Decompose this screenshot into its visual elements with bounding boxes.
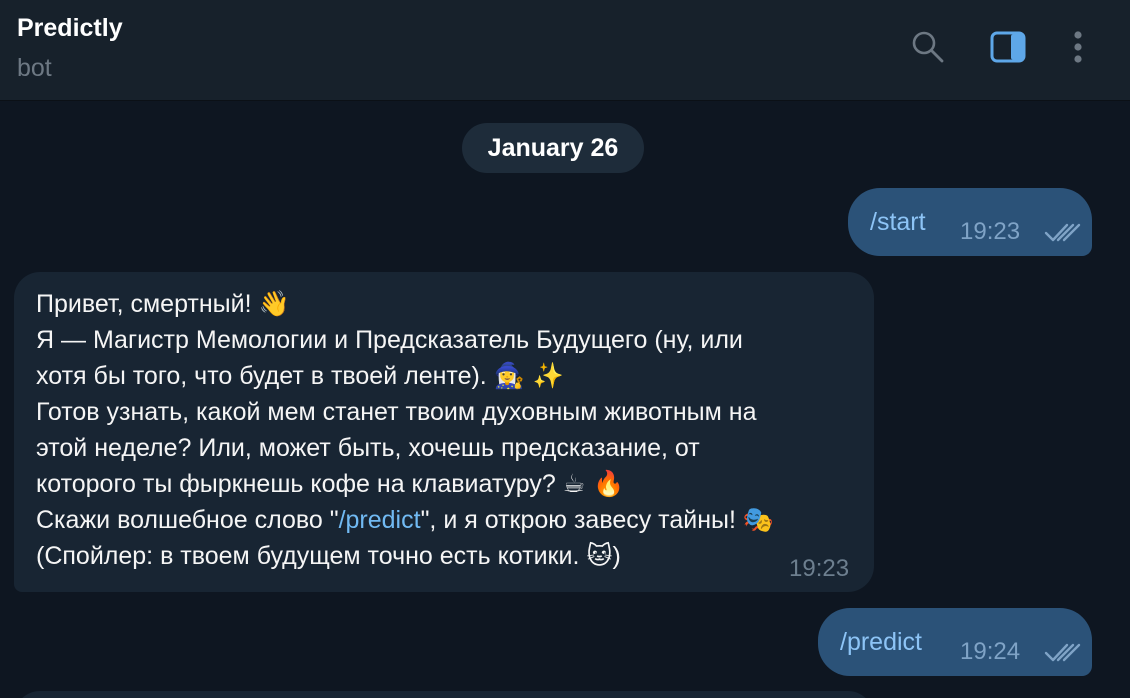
predict-command-link[interactable]: /predict bbox=[339, 506, 421, 534]
waving-hand-emoji: 👋 bbox=[258, 289, 290, 318]
outgoing-message[interactable]: /predict 19:24 bbox=[818, 608, 1092, 676]
command-text[interactable]: /predict bbox=[840, 628, 922, 657]
message-line: Я — Магистр Мемологии и Предсказатель Бу… bbox=[36, 326, 743, 354]
message-line: Готов узнать, какой мем станет твоим дух… bbox=[36, 398, 757, 426]
message-line: (Спойлер: в твоем будущем точно есть кот… bbox=[36, 541, 621, 570]
more-vertical-icon bbox=[1074, 31, 1082, 63]
double-check-icon bbox=[1044, 643, 1081, 662]
message-list[interactable]: January 26 /start 19:23 Привет, смертный… bbox=[0, 101, 1130, 698]
more-options-button[interactable] bbox=[1055, 24, 1101, 70]
next-incoming-message[interactable] bbox=[14, 691, 874, 698]
message-time: 19:23 bbox=[789, 555, 850, 582]
cat-face-emoji: 🐱 bbox=[586, 541, 613, 570]
sidebar-toggle-button[interactable] bbox=[985, 24, 1031, 70]
mage-sparkles-emoji: 🧙‍♀️ ✨ bbox=[493, 361, 564, 390]
message-line: этой неделе? Или, может быть, хочешь пре… bbox=[36, 434, 700, 462]
incoming-message[interactable]: Привет, смертный! 👋 Я — Магистр Мемологи… bbox=[14, 272, 874, 592]
search-icon bbox=[912, 31, 944, 63]
coffee-fire-emoji: ☕ 🔥 bbox=[562, 469, 625, 498]
message-line: Привет, смертный! 👋 bbox=[36, 289, 290, 318]
chat-title[interactable]: Predictly bbox=[17, 14, 123, 43]
message-time: 19:23 bbox=[960, 218, 1021, 245]
telegram-chat-window: Predictly bot January 26 /start 19:23 Пр… bbox=[0, 0, 1130, 698]
sidebar-toggle-icon bbox=[990, 31, 1026, 63]
outgoing-message[interactable]: /start 19:23 bbox=[848, 188, 1092, 256]
double-check-icon bbox=[1044, 223, 1081, 242]
search-button[interactable] bbox=[905, 24, 951, 70]
theater-masks-emoji: 🎭 bbox=[742, 505, 775, 534]
message-time: 19:24 bbox=[960, 638, 1021, 665]
chat-subtitle: bot bbox=[17, 54, 52, 82]
date-separator: January 26 bbox=[462, 123, 644, 173]
message-text: Привет, смертный! 👋 Я — Магистр Мемологи… bbox=[36, 286, 856, 574]
message-line: Скажи волшебное слово "/predict", и я от… bbox=[36, 505, 775, 534]
chat-header[interactable]: Predictly bot bbox=[0, 0, 1130, 101]
message-line: хотя бы того, что будет в твоей ленте). … bbox=[36, 361, 564, 390]
command-text[interactable]: /start bbox=[870, 208, 926, 237]
message-line: которого ты фыркнешь кофе на клавиатуру?… bbox=[36, 469, 625, 498]
